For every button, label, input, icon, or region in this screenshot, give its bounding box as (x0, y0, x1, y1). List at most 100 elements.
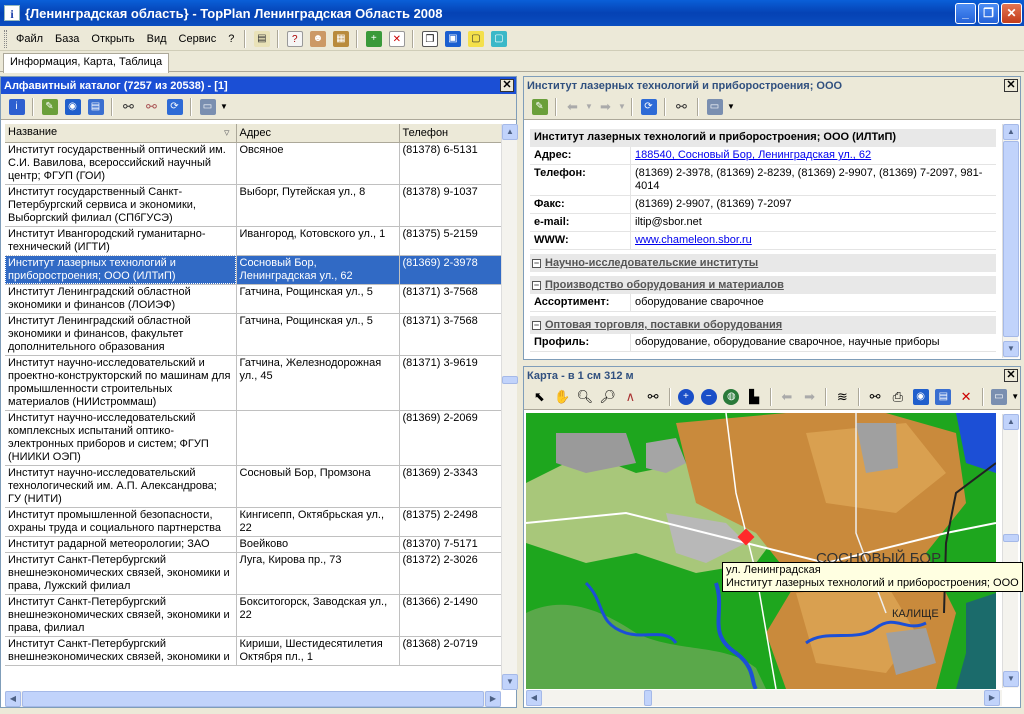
cell-phone[interactable]: (81378) 6-5131 (399, 142, 501, 185)
map-vertical-scrollbar[interactable]: ▲ ▼ (1002, 414, 1019, 688)
locate-icon[interactable]: ✎ (38, 96, 61, 118)
table-row[interactable]: Институт государственный Санкт-Петербург… (5, 184, 501, 227)
cell-phone[interactable]: (81369) 2-3978 (399, 255, 501, 285)
table-row[interactable]: Институт промышленной безопасности, охра… (5, 507, 501, 537)
table-row[interactable]: Институт лазерных технологий и приборост… (5, 255, 501, 285)
cell-phone[interactable]: (81371) 3-7568 (399, 284, 501, 314)
info-window-icon[interactable]: ▢ (464, 28, 487, 50)
info-icon[interactable]: i (5, 96, 28, 118)
scroll-up-arrow[interactable]: ▲ (1003, 414, 1019, 430)
table-row[interactable]: Институт Ленинградский областной экономи… (5, 284, 501, 314)
cell-phone[interactable]: (81369) 2-3343 (399, 465, 501, 508)
close-window-button[interactable]: ✕ (1001, 2, 1022, 24)
table-row[interactable]: Институт государственный оптический им. … (5, 142, 501, 185)
cell-address[interactable]: Бокситогорск, Заводская ул., 22 (236, 594, 400, 637)
cell-phone[interactable]: (81368) 2-0719 (399, 636, 501, 666)
table-row[interactable]: Институт Ленинградский областной экономи… (5, 313, 501, 356)
menu-file[interactable]: Файл (10, 33, 49, 45)
catalog-vertical-scrollbar[interactable]: ▲ ▼ (501, 124, 518, 690)
cell-name[interactable]: Институт научно-исследовательский компле… (5, 410, 237, 466)
info-section-header[interactable]: − Оптовая торговля, поставки оборудования (530, 316, 996, 334)
column-address-header[interactable]: Адрес (236, 124, 400, 143)
cell-phone[interactable]: (81371) 3-7568 (399, 313, 501, 356)
table-view-icon[interactable]: ▤ (932, 386, 955, 408)
cell-name[interactable]: Институт радарной метеорологии; ЗАО (5, 536, 237, 553)
cell-address[interactable]: Овсяное (236, 142, 400, 185)
cell-name[interactable]: Институт научно-исследовательский технол… (5, 465, 237, 508)
cell-name[interactable]: Институт Санкт-Петербургский внешнеэконо… (5, 552, 237, 595)
cell-address[interactable]: Выборг, Путейская ул., 8 (236, 184, 400, 227)
table-row[interactable]: Институт Ивангородский гуманитарно-техни… (5, 226, 501, 256)
map-horizontal-scrollbar[interactable]: ◀ ▶ (526, 690, 1002, 706)
zoom-minus-icon[interactable]: − (697, 386, 720, 408)
book-icon[interactable]: ▤ (250, 28, 273, 50)
zoom-out-icon[interactable]: 🔎︎ (596, 386, 619, 408)
scroll-down-arrow[interactable]: ▼ (1003, 671, 1019, 687)
cell-name[interactable]: Институт Ленинградский областной экономи… (5, 284, 237, 314)
cell-address[interactable]: Сосновый Бор, Промзона (236, 465, 400, 508)
print-dropdown-icon[interactable]: ▼ (726, 96, 736, 118)
search-icon[interactable]: ⚯ (670, 96, 693, 118)
cell-name[interactable]: Институт государственный Санкт-Петербург… (5, 184, 237, 227)
scroll-down-arrow[interactable]: ▼ (1003, 341, 1019, 357)
menu-help[interactable]: ? (222, 33, 240, 45)
table-row[interactable]: Институт научно-исследовательский компле… (5, 410, 501, 466)
scroll-up-arrow[interactable]: ▲ (502, 124, 518, 140)
table-view-icon[interactable]: ▤ (84, 96, 107, 118)
clear-selection-icon[interactable]: ✕ (955, 386, 978, 408)
cell-name[interactable]: Институт государственный оптический им. … (5, 142, 237, 185)
cell-address[interactable]: Кириши, Шестидесятилетия Октября пл., 1 (236, 636, 400, 666)
cell-address[interactable] (236, 410, 400, 466)
scroll-right-arrow[interactable]: ▶ (485, 691, 501, 707)
column-name-header[interactable]: Название ▿ (5, 124, 237, 143)
forward-arrow-icon[interactable]: ➡ (798, 386, 821, 408)
column-phone-header[interactable]: Телефон (399, 124, 501, 143)
cell-address[interactable]: Луга, Кирова пр., 73 (236, 552, 400, 595)
scroll-right-arrow[interactable]: ▶ (984, 690, 1000, 706)
print-icon[interactable]: ▭ (196, 96, 219, 118)
cell-phone[interactable]: (81378) 9-1037 (399, 184, 501, 227)
window-list-icon[interactable]: ❐ (418, 28, 441, 50)
cell-name[interactable]: Институт Ивангородский гуманитарно-техни… (5, 226, 237, 256)
cell-name[interactable]: Институт Санкт-Петербургский внешнеэконо… (5, 636, 237, 666)
cell-name[interactable]: Институт Санкт-Петербургский внешнеэконо… (5, 594, 237, 637)
info-link[interactable]: 188540, Сосновый Бор, Ленинградская ул.,… (635, 149, 871, 161)
map-view-icon[interactable]: ◉ (61, 96, 84, 118)
cell-phone[interactable]: (81371) 3-9619 (399, 355, 501, 411)
cell-name[interactable]: Институт Ленинградский областной экономи… (5, 313, 237, 356)
back-dropdown-icon[interactable]: ▼ (584, 96, 594, 118)
scroll-thumb[interactable] (1003, 141, 1019, 337)
refresh-icon[interactable]: ⟳ (163, 96, 186, 118)
table-row[interactable]: Институт радарной метеорологии; ЗАО Воейк… (5, 536, 501, 553)
scroll-thumb[interactable] (1003, 534, 1019, 542)
cell-phone[interactable]: (81372) 2-3026 (399, 552, 501, 595)
close-map-button[interactable]: ✕ (1004, 369, 1018, 382)
print-icon[interactable]: ▭ (988, 386, 1011, 408)
info-section-header[interactable]: − Производство оборудования и материалов (530, 276, 996, 294)
menu-base[interactable]: База (49, 33, 85, 45)
close-catalog-button[interactable]: ✕ (500, 79, 514, 92)
scroll-left-arrow[interactable]: ◀ (526, 690, 542, 706)
cell-name[interactable]: Институт научно-исследовательский и прое… (5, 355, 237, 411)
zoom-in-icon[interactable]: 🔍︎ (574, 386, 597, 408)
search-icon[interactable]: ⚯ (864, 386, 887, 408)
cell-name[interactable]: Институт лазерных технологий и приборост… (5, 255, 237, 285)
people-icon[interactable]: ☻ (306, 28, 329, 50)
cell-address[interactable]: Гатчина, Рощинская ул., 5 (236, 284, 400, 314)
back-arrow-icon[interactable]: ⬅ (561, 96, 584, 118)
scroll-thumb[interactable] (502, 376, 518, 384)
map-canvas[interactable]: СОСНОВЫЙ БОР КАЛИЩЕ (526, 413, 996, 689)
minimize-button[interactable]: _ (955, 2, 976, 24)
cell-name[interactable]: Институт промышленной безопасности, охра… (5, 507, 237, 537)
collapse-icon[interactable]: − (532, 280, 541, 290)
print-map-icon[interactable]: ⎙ (887, 386, 910, 408)
info-link[interactable]: www.chameleon.sbor.ru (635, 234, 752, 246)
forward-arrow-icon[interactable]: ➡ (594, 96, 617, 118)
menu-view[interactable]: Вид (141, 33, 173, 45)
globe-icon[interactable]: ◍ (720, 386, 743, 408)
print-dropdown-icon[interactable]: ▼ (1010, 386, 1020, 408)
toolbar-grip[interactable] (4, 29, 7, 48)
info-vertical-scrollbar[interactable]: ▲ ▼ (1002, 124, 1019, 358)
table-row[interactable]: Институт научно-исследовательский технол… (5, 465, 501, 508)
restore-button[interactable]: ❐ (978, 2, 999, 24)
